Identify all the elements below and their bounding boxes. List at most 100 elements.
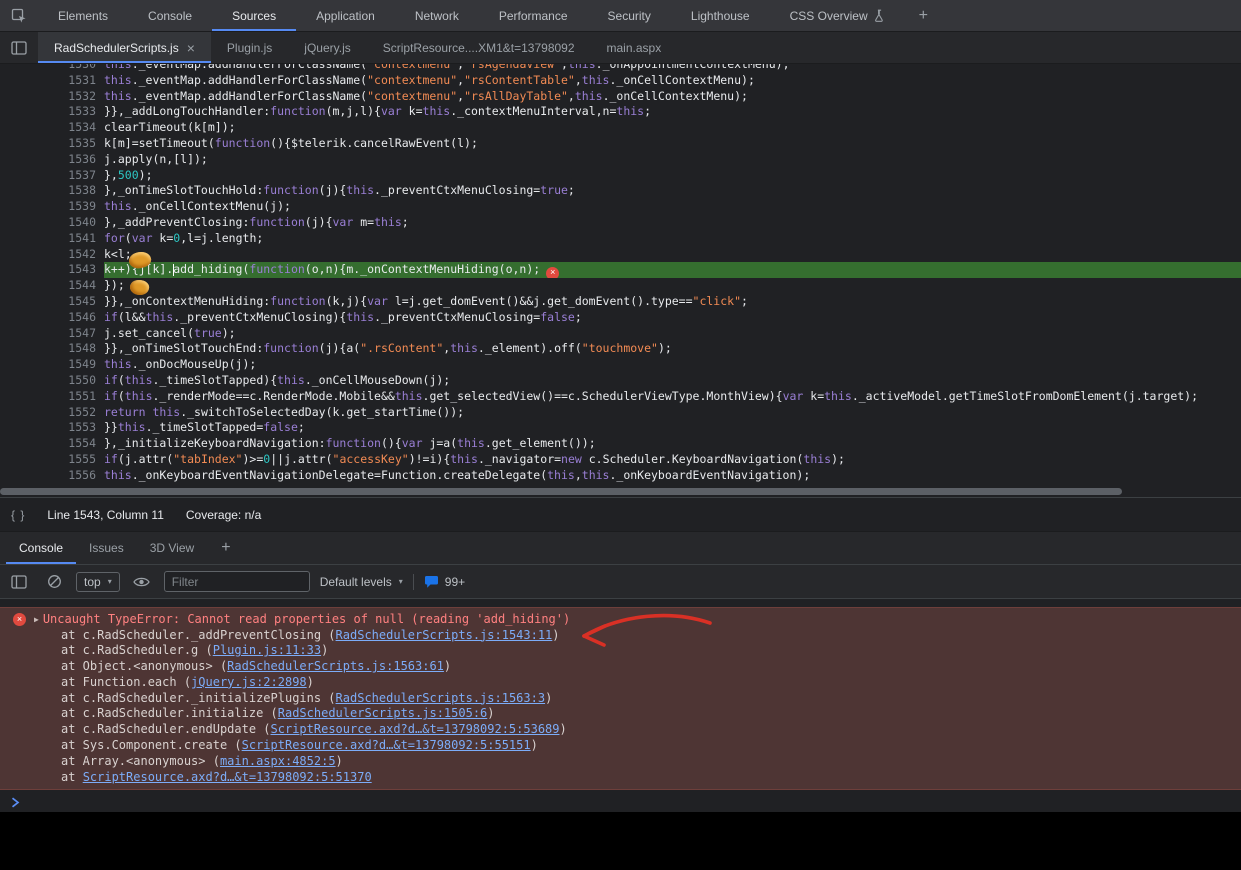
horizontal-scrollbar[interactable] bbox=[0, 486, 1241, 497]
code-line-1538[interactable]: 1538},_onTimeSlotTouchHold:function(j){t… bbox=[0, 183, 1241, 199]
file-tab-mainaspx[interactable]: main.aspx bbox=[591, 32, 678, 63]
code-text[interactable]: if(this._timeSlotTapped){this._onCellMou… bbox=[104, 373, 1241, 389]
code-line-1554[interactable]: 1554},_initializeKeyboardNavigation:func… bbox=[0, 436, 1241, 452]
code-line-1543[interactable]: 1543k++){j[k].add_hiding(function(o,n){m… bbox=[0, 262, 1241, 278]
console-filter-input[interactable] bbox=[164, 571, 310, 592]
source-location-link[interactable]: RadSchedulerScripts.js:1563:3 bbox=[336, 691, 546, 705]
code-line-1551[interactable]: 1551if(this._renderMode==c.RenderMode.Mo… bbox=[0, 389, 1241, 405]
code-line-1544[interactable]: 1544}); bbox=[0, 278, 1241, 294]
tab-css-overview[interactable]: CSS Overview bbox=[770, 0, 905, 31]
code-text[interactable]: this._eventMap.addHandlerForClassName("c… bbox=[104, 89, 1241, 105]
code-text[interactable]: },_initializeKeyboardNavigation:function… bbox=[104, 436, 1241, 452]
scrollbar-thumb[interactable] bbox=[0, 488, 1122, 495]
code-text[interactable]: k<l; bbox=[104, 247, 1241, 263]
line-number[interactable]: 1556 bbox=[0, 468, 104, 484]
code-text[interactable]: },_addPreventClosing:function(j){var m=t… bbox=[104, 215, 1241, 231]
file-tab-radschedulerscripts[interactable]: RadSchedulerScripts.js × bbox=[38, 32, 211, 63]
console-error-message[interactable]: × ▶ Uncaught TypeError: Cannot read prop… bbox=[0, 607, 1241, 790]
code-text[interactable]: for(var k=0,l=j.length; bbox=[104, 231, 1241, 247]
line-number[interactable]: 1538 bbox=[0, 183, 104, 199]
inline-error-icon[interactable]: × bbox=[546, 267, 559, 278]
log-levels-dropdown[interactable]: Default levels ▾ bbox=[320, 575, 403, 589]
code-text[interactable]: clearTimeout(k[m]); bbox=[104, 120, 1241, 136]
source-location-link[interactable]: jQuery.js:2:2898 bbox=[191, 675, 307, 689]
source-location-link[interactable]: main.aspx:4852:5 bbox=[220, 754, 336, 768]
tab-console[interactable]: Console bbox=[128, 0, 212, 31]
line-number[interactable]: 1537 bbox=[0, 168, 104, 184]
line-number[interactable]: 1550 bbox=[0, 373, 104, 389]
tab-network[interactable]: Network bbox=[395, 0, 479, 31]
line-number[interactable]: 1543 bbox=[0, 262, 104, 278]
tab-sources[interactable]: Sources bbox=[212, 0, 296, 31]
close-tab-icon[interactable]: × bbox=[187, 41, 195, 55]
code-text[interactable]: this._onDocMouseUp(j); bbox=[104, 357, 1241, 373]
line-number[interactable]: 1544 bbox=[0, 278, 104, 294]
source-location-link[interactable]: RadSchedulerScripts.js:1563:61 bbox=[227, 659, 444, 673]
code-line-1532[interactable]: 1532this._eventMap.addHandlerForClassNam… bbox=[0, 89, 1241, 105]
code-line-1534[interactable]: 1534clearTimeout(k[m]); bbox=[0, 120, 1241, 136]
source-location-link[interactable]: ScriptResource.axd?d…&t=13798092:5:53689 bbox=[271, 722, 560, 736]
line-number[interactable]: 1542 bbox=[0, 247, 104, 263]
drawer-tab-console[interactable]: Console bbox=[6, 532, 76, 564]
code-text[interactable]: this._eventMap.addHandlerForClassName("c… bbox=[104, 73, 1241, 89]
line-number[interactable]: 1555 bbox=[0, 452, 104, 468]
line-number[interactable]: 1540 bbox=[0, 215, 104, 231]
code-line-1548[interactable]: 1548}},_onTimeSlotTouchEnd:function(j){a… bbox=[0, 341, 1241, 357]
code-line-1537[interactable]: 1537},500); bbox=[0, 168, 1241, 184]
line-number[interactable]: 1547 bbox=[0, 326, 104, 342]
clear-console-icon[interactable] bbox=[42, 574, 66, 589]
code-line-1531[interactable]: 1531this._eventMap.addHandlerForClassNam… bbox=[0, 73, 1241, 89]
console-prompt[interactable] bbox=[0, 790, 1241, 812]
code-line-1535[interactable]: 1535k[m]=setTimeout(function(){$telerik.… bbox=[0, 136, 1241, 152]
file-tab-scriptresource[interactable]: ScriptResource....XM1&t=13798092 bbox=[367, 32, 591, 63]
code-text[interactable]: this._onCellContextMenu(j); bbox=[104, 199, 1241, 215]
line-number[interactable]: 1553 bbox=[0, 420, 104, 436]
code-line-1540[interactable]: 1540},_addPreventClosing:function(j){var… bbox=[0, 215, 1241, 231]
drawer-tab-3dview[interactable]: 3D View bbox=[137, 532, 207, 564]
console-sidebar-toggle-icon[interactable] bbox=[6, 575, 32, 589]
expand-triangle-icon[interactable]: ▶ bbox=[34, 615, 39, 624]
code-line-1539[interactable]: 1539this._onCellContextMenu(j); bbox=[0, 199, 1241, 215]
tab-elements[interactable]: Elements bbox=[38, 0, 128, 31]
line-number[interactable]: 1533 bbox=[0, 104, 104, 120]
code-line-1552[interactable]: 1552return this._switchToSelectedDay(k.g… bbox=[0, 405, 1241, 421]
code-text[interactable]: j.apply(n,[l]); bbox=[104, 152, 1241, 168]
source-location-link[interactable]: ScriptResource.axd?d…&t=13798092:5:51370 bbox=[83, 770, 372, 784]
code-line-1547[interactable]: 1547j.set_cancel(true); bbox=[0, 326, 1241, 342]
line-number[interactable]: 1535 bbox=[0, 136, 104, 152]
line-number[interactable]: 1552 bbox=[0, 405, 104, 421]
code-text[interactable]: }},_onTimeSlotTouchEnd:function(j){a(".r… bbox=[104, 341, 1241, 357]
pretty-print-button[interactable]: { } bbox=[11, 508, 25, 522]
line-number[interactable]: 1545 bbox=[0, 294, 104, 310]
line-number[interactable]: 1532 bbox=[0, 89, 104, 105]
code-text[interactable]: j.set_cancel(true); bbox=[104, 326, 1241, 342]
code-text[interactable]: }); bbox=[104, 278, 1241, 294]
line-number[interactable]: 1548 bbox=[0, 341, 104, 357]
code-line-1546[interactable]: 1546if(l&&this._preventCtxMenuClosing){t… bbox=[0, 310, 1241, 326]
line-number[interactable]: 1541 bbox=[0, 231, 104, 247]
code-text[interactable]: if(this._renderMode==c.RenderMode.Mobile… bbox=[104, 389, 1241, 405]
code-line-1533[interactable]: 1533}},_addLongTouchHandler:function(m,j… bbox=[0, 104, 1241, 120]
code-line-1542[interactable]: 1542k<l; bbox=[0, 247, 1241, 263]
source-location-link[interactable]: RadSchedulerScripts.js:1505:6 bbox=[278, 706, 488, 720]
line-number[interactable]: 1531 bbox=[0, 73, 104, 89]
source-location-link[interactable]: RadSchedulerScripts.js:1543:11 bbox=[336, 628, 553, 642]
more-panels-plus-icon[interactable]: + bbox=[905, 0, 942, 31]
line-number[interactable]: 1530 bbox=[0, 64, 104, 73]
file-tab-jquery[interactable]: jQuery.js bbox=[288, 32, 366, 63]
line-number[interactable]: 1536 bbox=[0, 152, 104, 168]
code-text[interactable]: },_onTimeSlotTouchHold:function(j){this.… bbox=[104, 183, 1241, 199]
drawer-tab-issues[interactable]: Issues bbox=[76, 532, 137, 564]
line-number[interactable]: 1551 bbox=[0, 389, 104, 405]
line-number[interactable]: 1539 bbox=[0, 199, 104, 215]
code-text[interactable]: },500); bbox=[104, 168, 1241, 184]
error-summary-row[interactable]: × ▶ Uncaught TypeError: Cannot read prop… bbox=[0, 611, 1241, 628]
code-line-1541[interactable]: 1541for(var k=0,l=j.length; bbox=[0, 231, 1241, 247]
code-text[interactable]: }},_onContextMenuHiding:function(k,j){va… bbox=[104, 294, 1241, 310]
line-number[interactable]: 1554 bbox=[0, 436, 104, 452]
code-text[interactable]: }}this._timeSlotTapped=false; bbox=[104, 420, 1241, 436]
tab-application[interactable]: Application bbox=[296, 0, 395, 31]
code-line-1549[interactable]: 1549this._onDocMouseUp(j); bbox=[0, 357, 1241, 373]
file-tab-plugin[interactable]: Plugin.js bbox=[211, 32, 288, 63]
line-number[interactable]: 1549 bbox=[0, 357, 104, 373]
